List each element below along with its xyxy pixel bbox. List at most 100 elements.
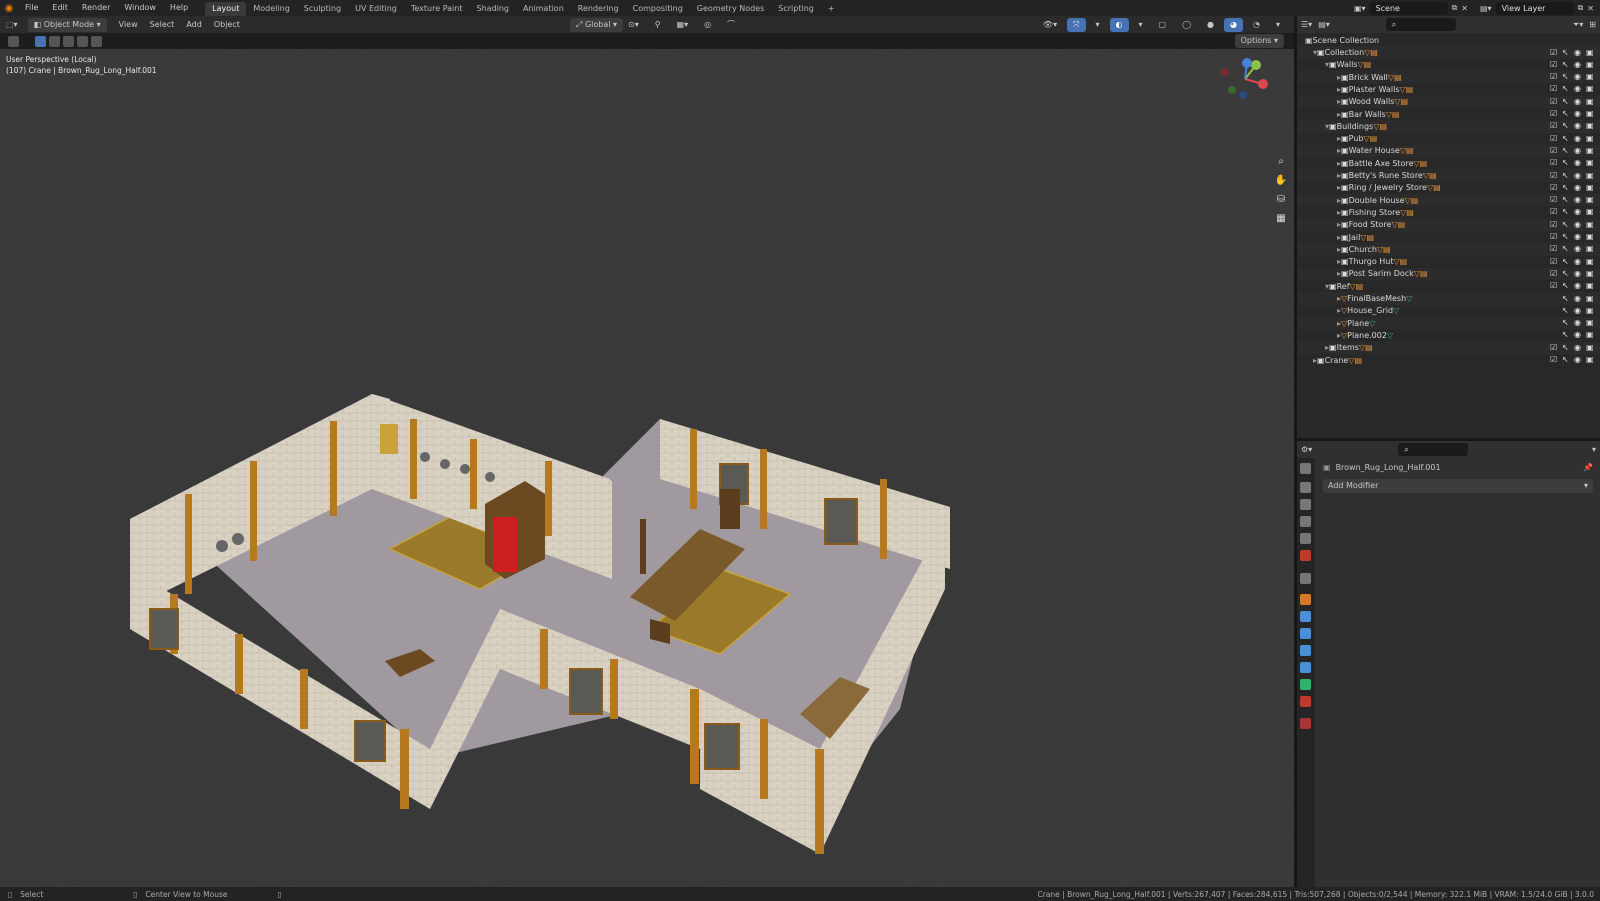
camera-render-icon[interactable]: ▣ xyxy=(1586,146,1594,155)
menu-object[interactable]: Object xyxy=(208,18,246,32)
outliner-search-input[interactable]: ⌕ xyxy=(1385,18,1456,31)
select-toggle-icon[interactable]: ↖ xyxy=(1562,146,1570,155)
gizmo-toggle-icon[interactable]: ⤧ xyxy=(1067,17,1086,32)
checkbox-icon[interactable]: ☑ xyxy=(1550,110,1558,118)
data-tab-icon[interactable] xyxy=(1300,679,1311,690)
eye-icon[interactable]: ◉ xyxy=(1574,220,1582,229)
camera-render-icon[interactable]: ▣ xyxy=(1586,306,1594,315)
outliner-row[interactable]: ▸ ▣ Brick Wall ▽▤ ☑ ↖ ◉ ▣ xyxy=(1297,70,1600,84)
3d-viewport[interactable]: User Perspective (Local) (107) Crane | B… xyxy=(0,49,1294,887)
eye-icon[interactable]: ◉ xyxy=(1574,73,1582,81)
eye-icon[interactable]: ◉ xyxy=(1574,343,1582,352)
select-toggle-icon[interactable]: ↖ xyxy=(1562,294,1570,303)
outliner-row[interactable]: ▸ ▣ Fishing Store ▽▤ ☑ ↖ ◉ ▣ xyxy=(1297,206,1600,219)
new-scene-icon[interactable]: ⧉ xyxy=(1452,3,1458,13)
select-invert-icon[interactable] xyxy=(77,35,88,47)
properties-search-input[interactable]: ⌕ xyxy=(1398,443,1469,456)
outliner-row[interactable]: ▸ ▣ Food Store ▽▤ ☑ ↖ ◉ ▣ xyxy=(1297,218,1600,231)
menu-edit[interactable]: Edit xyxy=(45,0,75,16)
collection-tab-icon[interactable] xyxy=(1300,573,1311,584)
add-workspace-icon[interactable]: + xyxy=(821,2,842,16)
wireframe-shading-icon[interactable]: ◯ xyxy=(1176,18,1197,32)
falloff-icon[interactable]: ⌒ xyxy=(721,18,741,32)
properties-editor-icon[interactable]: ⚙▾ xyxy=(1301,445,1312,454)
view-layer-tab-icon[interactable] xyxy=(1300,516,1311,527)
camera-render-icon[interactable]: ▣ xyxy=(1586,73,1594,81)
gizmo-dropdown-icon[interactable]: ▾ xyxy=(1090,18,1106,32)
blender-logo-icon[interactable]: ◉ xyxy=(0,3,18,14)
outliner-row[interactable]: ▾ ▣ Buildings ▽▤ ☑ ↖ ◉ ▣ xyxy=(1297,120,1600,133)
select-toggle-icon[interactable]: ↖ xyxy=(1562,159,1570,167)
new-collection-icon[interactable]: ⊞ xyxy=(1589,20,1596,29)
camera-render-icon[interactable]: ▣ xyxy=(1586,48,1594,57)
eye-icon[interactable]: ◉ xyxy=(1574,171,1582,180)
constraints-tab-icon[interactable] xyxy=(1300,662,1311,673)
tab-compositing[interactable]: Compositing xyxy=(626,2,690,16)
camera-render-icon[interactable]: ▣ xyxy=(1586,208,1594,216)
new-view-layer-icon[interactable]: ⧉ xyxy=(1578,3,1584,13)
outliner-row[interactable]: ▸ ▣ Wood Walls ▽▤ ☑ ↖ ◉ ▣ xyxy=(1297,95,1600,108)
select-toggle-icon[interactable]: ↖ xyxy=(1562,97,1570,106)
tab-sculpting[interactable]: Sculpting xyxy=(297,2,348,16)
select-toggle-icon[interactable]: ↖ xyxy=(1562,343,1570,352)
select-toggle-icon[interactable]: ↖ xyxy=(1562,110,1570,118)
outliner-row[interactable]: ▾ ▣ Collection ▽▤ ☑ ↖ ◉ ▣ xyxy=(1297,46,1600,59)
outliner-row[interactable]: ▾ ▣ Walls ▽▤ ☑ ↖ ◉ ▣ xyxy=(1297,59,1600,72)
eye-icon[interactable]: ◉ xyxy=(1574,196,1582,204)
checkbox-icon[interactable]: ☑ xyxy=(1550,208,1558,216)
texture-tab-icon[interactable] xyxy=(1300,718,1311,729)
checkbox-icon[interactable]: ☑ xyxy=(1550,257,1558,266)
camera-render-icon[interactable]: ▣ xyxy=(1586,122,1594,130)
tool-tab-icon[interactable] xyxy=(1300,463,1311,474)
camera-render-icon[interactable]: ▣ xyxy=(1586,245,1594,253)
eye-icon[interactable]: ◉ xyxy=(1574,233,1582,241)
select-new-icon[interactable] xyxy=(35,35,46,47)
outliner-row[interactable]: ▸ ▣ Jail ▽▤ ☑ ↖ ◉ ▣ xyxy=(1297,231,1600,244)
checkbox-icon[interactable]: ☑ xyxy=(1550,269,1558,278)
select-subtract-icon[interactable] xyxy=(63,35,74,47)
overlay-toggle-icon[interactable]: ◐ xyxy=(1109,17,1129,32)
outliner-row[interactable]: ▸ ▣ Betty's Rune Store ▽▤ ☑ ↖ ◉ ▣ xyxy=(1297,169,1600,182)
select-toggle-icon[interactable]: ↖ xyxy=(1562,269,1570,278)
outliner-row[interactable]: ▸ ▣ Bar Walls ▽▤ ☑ ↖ ◉ ▣ xyxy=(1297,108,1600,121)
menu-window[interactable]: Window xyxy=(117,0,163,16)
checkbox-icon[interactable]: ☑ xyxy=(1550,48,1558,57)
select-toggle-icon[interactable]: ↖ xyxy=(1562,245,1570,253)
editor-type-icon[interactable]: ⬚▾ xyxy=(0,18,24,32)
particles-tab-icon[interactable] xyxy=(1300,628,1311,639)
tab-shading[interactable]: Shading xyxy=(469,2,516,16)
camera-render-icon[interactable]: ▣ xyxy=(1586,196,1594,204)
eye-icon[interactable]: ◉ xyxy=(1574,110,1582,118)
material-tab-icon[interactable] xyxy=(1300,696,1311,707)
outliner-row[interactable]: ▸ ▣ Thurgo Hut ▽▤ ☑ ↖ ◉ ▣ xyxy=(1297,255,1600,268)
menu-render[interactable]: Render xyxy=(75,0,117,16)
zoom-icon[interactable]: ⌕ xyxy=(1273,154,1289,170)
outliner-row[interactable]: ▸ ▣ Plaster Walls ▽▤ ☑ ↖ ◉ ▣ xyxy=(1297,83,1600,96)
select-toggle-icon[interactable]: ↖ xyxy=(1562,208,1570,216)
mode-dropdown[interactable]: ◧ Object Mode ▾ xyxy=(27,17,107,32)
object-tab-icon[interactable] xyxy=(1300,594,1311,605)
select-toggle-icon[interactable]: ↖ xyxy=(1562,183,1570,192)
select-toggle-icon[interactable]: ↖ xyxy=(1562,233,1570,241)
xray-icon[interactable]: ▢ xyxy=(1153,18,1173,32)
tab-uv-editing[interactable]: UV Editing xyxy=(348,2,404,16)
checkbox-icon[interactable]: ☑ xyxy=(1550,60,1558,69)
checkbox-icon[interactable]: ☑ xyxy=(1550,73,1558,81)
scene-collection-row[interactable]: ▣ Scene Collection xyxy=(1297,34,1600,47)
camera-render-icon[interactable]: ▣ xyxy=(1586,356,1594,364)
outliner-row[interactable]: ▸ ▣ Water House ▽▤ ☑ ↖ ◉ ▣ xyxy=(1297,144,1600,158)
scene-icon[interactable]: ▣▾ xyxy=(1354,4,1366,13)
tab-modeling[interactable]: Modeling xyxy=(246,2,296,16)
eye-icon[interactable]: ◉ xyxy=(1574,122,1582,130)
proportional-edit-icon[interactable]: ◎ xyxy=(698,18,717,32)
object-name[interactable]: Brown_Rug_Long_Half.001 xyxy=(1336,463,1441,472)
tab-layout[interactable]: Layout xyxy=(205,2,247,16)
camera-render-icon[interactable]: ▣ xyxy=(1586,331,1594,339)
menu-select[interactable]: Select xyxy=(144,18,181,32)
select-toggle-icon[interactable]: ↖ xyxy=(1562,257,1570,266)
select-extend-icon[interactable] xyxy=(49,35,60,47)
eye-icon[interactable]: ◉ xyxy=(1574,60,1582,69)
eye-icon[interactable]: ◉ xyxy=(1574,48,1582,57)
select-toggle-icon[interactable]: ↖ xyxy=(1562,171,1570,180)
camera-render-icon[interactable]: ▣ xyxy=(1586,233,1594,241)
